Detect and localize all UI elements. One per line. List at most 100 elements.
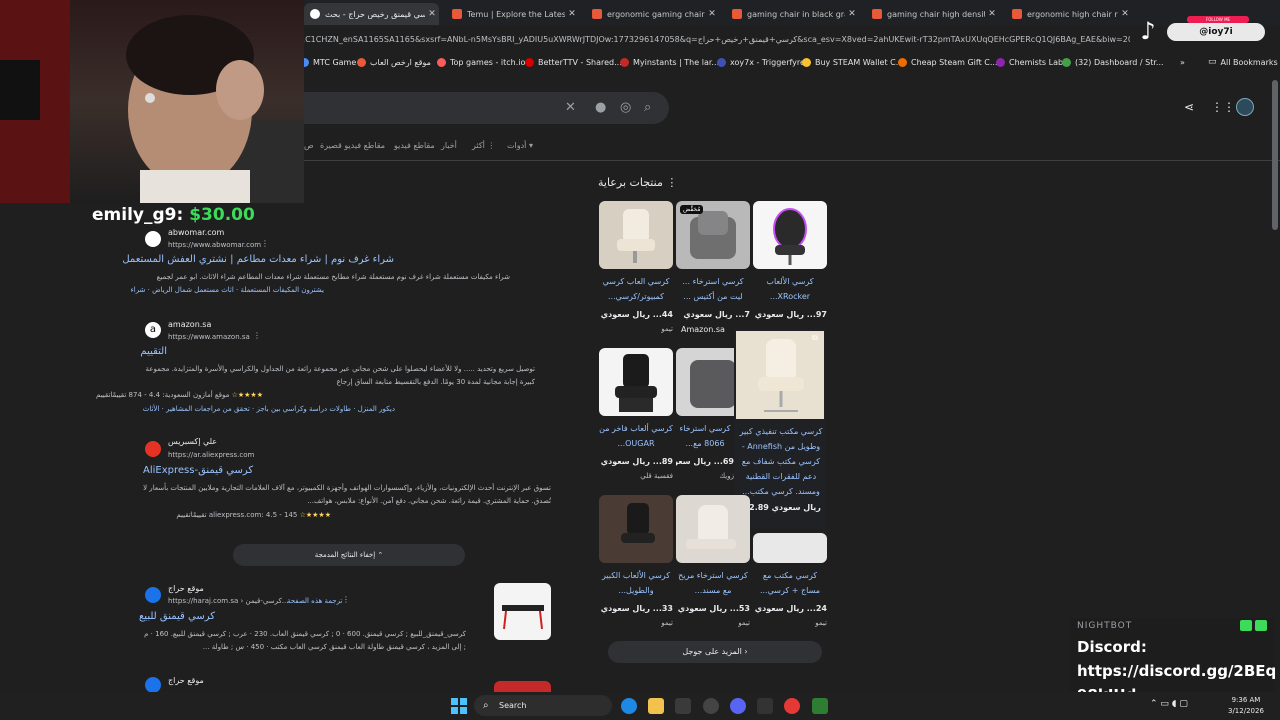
filter-tools[interactable]: أدوات ▾ xyxy=(507,141,533,150)
product-image[interactable] xyxy=(676,495,750,563)
product-name[interactable]: كرسي العاب كرسي كمبيوتر/كرسي... xyxy=(599,274,673,304)
system-tray-icons[interactable]: ⌃ ▭ ◖ ▢ xyxy=(1150,699,1188,709)
close-icon[interactable]: ✕ xyxy=(845,9,859,19)
bookmarks-bar: MTC Game موقع ارخص العاب Top games - itc… xyxy=(300,53,1280,71)
product-image[interactable] xyxy=(599,201,673,269)
snipping-tool-icon[interactable] xyxy=(675,698,691,714)
product-name[interactable]: كرسي استرخاء 8066 مع... xyxy=(676,421,734,451)
product-name[interactable]: كرسي استرخاء مريح مع مسند... xyxy=(676,568,750,598)
close-icon[interactable]: ✕ xyxy=(425,9,439,19)
product-store: تيمو xyxy=(661,619,673,627)
search-icon[interactable]: ⌕ xyxy=(644,100,651,115)
product-image[interactable] xyxy=(736,331,824,419)
filter-videos[interactable]: مقاطع فيديو xyxy=(394,141,435,150)
product-name[interactable]: كرسي مكتب تنفيذي كبير وطويل من Annefish … xyxy=(738,424,824,498)
translate-link[interactable]: ترجمة هذه الصفحة xyxy=(287,597,342,605)
share-icon[interactable]: ⋖ xyxy=(1184,100,1194,114)
result-title[interactable]: التقييم xyxy=(140,346,167,357)
close-icon[interactable]: ✕ xyxy=(705,9,719,19)
microphone-icon[interactable]: ● xyxy=(595,100,606,115)
hide-merged-results-button[interactable]: إخفاء النتائج المدمجة ⌃ xyxy=(233,544,465,566)
tab-high-density[interactable]: gaming chair high density sp✕ xyxy=(866,3,999,25)
result-url[interactable]: https://www.amazon.sa xyxy=(168,333,250,341)
bookmark-dashboard[interactable]: (32) Dashboard / Str... xyxy=(1062,53,1164,71)
bookmarks-overflow[interactable]: » xyxy=(1180,53,1185,71)
lens-icon[interactable]: ◎ xyxy=(620,100,631,115)
result-url[interactable]: https://ar.aliexpress.com xyxy=(168,451,254,459)
product-name[interactable]: كرسي الألعاب XRocker... xyxy=(753,274,827,304)
product-name[interactable]: كرسي مكتب مع مساج + كرسي... xyxy=(753,568,827,598)
result-url[interactable]: https://www.abwomar.com xyxy=(168,241,261,249)
notepad-icon[interactable] xyxy=(812,698,828,714)
product-store: فقسية قلي xyxy=(640,472,673,480)
filter-short-videos[interactable]: مقاطع فيديو قصيرة xyxy=(320,141,385,150)
close-icon[interactable]: ✕ xyxy=(565,9,579,19)
all-bookmarks[interactable]: ▭ All Bookmarks xyxy=(1208,53,1278,71)
more-options-icon[interactable]: ⋮ xyxy=(342,595,350,604)
bookmark-myinstants[interactable]: Myinstants | The lar... xyxy=(620,53,719,71)
result-title[interactable]: شراء غرف نوم | شراء معدات مطاعم | نشتري … xyxy=(122,254,394,265)
search-input[interactable]: ✕ ● ◎ ⌕ xyxy=(300,92,669,124)
temu-icon xyxy=(1012,9,1022,19)
expand-icon[interactable]: ⧉ xyxy=(812,333,818,343)
chrome-icon[interactable] xyxy=(784,698,800,714)
windows-start-icon[interactable] xyxy=(451,698,467,714)
discord-icon[interactable] xyxy=(730,698,746,714)
result-sitelinks[interactable]: ديكور المنزل · طاولات دراسة وكراسي بين ب… xyxy=(143,405,395,413)
tab-temu[interactable]: Temu | Explore the Latest Clo✕ xyxy=(446,3,579,25)
product-name[interactable]: كرسي الألعاب الكبير والطويل... xyxy=(599,568,673,598)
tab-ergonomic[interactable]: ergonomic gaming chair cor✕ xyxy=(586,3,719,25)
product-image[interactable] xyxy=(753,533,827,563)
product-name[interactable]: كرسي ألعاب فاخر من OUGAR... xyxy=(599,421,673,451)
result-url[interactable]: https://haraj.com.sa › كرسي-قيمن... xyxy=(168,597,288,605)
nightbot-message-line2: https://discord.gg/2BEq xyxy=(1077,662,1277,680)
result-sitelinks[interactable]: يشترون المكيفات المستعملة · اثاث مستعمل … xyxy=(130,286,324,294)
product-image[interactable] xyxy=(599,495,673,563)
product-image[interactable]: مُخفَّض xyxy=(676,201,750,269)
product-store: تيمو xyxy=(738,619,750,627)
result-snippet: شراء مكيفات مستعملة شراء غرف نوم مستعملة… xyxy=(156,273,510,281)
terminal-icon[interactable] xyxy=(757,698,773,714)
avatar[interactable] xyxy=(1236,98,1254,116)
bookmark-cheap-games[interactable]: موقع ارخص العاب xyxy=(357,53,431,71)
filter-partial[interactable]: ص xyxy=(304,141,314,150)
result-thumbnail[interactable] xyxy=(494,681,551,692)
clear-icon[interactable]: ✕ xyxy=(565,100,576,115)
more-on-google-button[interactable]: المزيد على جوجل › xyxy=(608,641,822,663)
address-bar[interactable]: 1C1CHZN_enSA1165SA1165&sxsrf=ANbL-n5MsYs… xyxy=(300,30,1130,50)
bookmark-itch[interactable]: Top games - itch.io xyxy=(437,53,525,71)
taskbar-search[interactable]: ⌕ Search xyxy=(474,695,612,716)
close-icon[interactable]: ✕ xyxy=(985,9,999,19)
scrollbar[interactable] xyxy=(1272,80,1278,230)
result-title[interactable]: كرسي قيمنق للبيع xyxy=(139,611,215,622)
obs-icon[interactable] xyxy=(703,698,719,714)
bookmark-steam-gift[interactable]: Cheap Steam Gift C... xyxy=(898,53,997,71)
tab-search[interactable]: كرسي قيمنق رخيص حراج - بحث ✕ xyxy=(304,3,439,25)
result-thumbnail[interactable] xyxy=(494,583,551,640)
more-options-icon[interactable]: ⋮ xyxy=(253,331,261,340)
edge-icon[interactable] xyxy=(621,698,637,714)
apps-grid-icon[interactable]: ⋮⋮ xyxy=(1211,100,1235,114)
tab-high-chair[interactable]: ergonomic high chair rest -✕ xyxy=(1006,3,1132,25)
product-image[interactable] xyxy=(753,201,827,269)
bookmark-mtc-game[interactable]: MTC Game xyxy=(300,53,356,71)
bookmark-triggerfyre[interactable]: xoy7x - Triggerfyre xyxy=(717,53,805,71)
product-name[interactable]: كرسي استرخاء ... ليت من أكتيس ... xyxy=(676,274,750,304)
bookmark-steam-wallet[interactable]: Buy STEAM Wallet C... xyxy=(802,53,903,71)
sponsored-products-heading: منتجات برعاية ⋮ xyxy=(598,176,678,189)
bookmark-icon xyxy=(898,57,907,67)
bookmark-icon xyxy=(525,57,534,67)
filter-more[interactable]: أكثر ⋮ xyxy=(472,141,495,150)
clock[interactable]: 9:36 AM 3/12/2026 xyxy=(1228,695,1264,717)
product-image[interactable] xyxy=(599,348,673,416)
bookmark-chemists-lab[interactable]: Chemists Lab xyxy=(996,53,1063,71)
filter-news[interactable]: أخبار xyxy=(441,141,457,150)
close-icon[interactable]: ✕ xyxy=(1118,9,1132,19)
bookmark-betterttv[interactable]: BetterTTV - Shared... xyxy=(525,53,622,71)
tab-gaming-chair[interactable]: gaming chair in black gray a✕ xyxy=(726,3,859,25)
more-options-icon[interactable]: ⋮ xyxy=(261,239,269,248)
file-explorer-icon[interactable] xyxy=(648,698,664,714)
webcam-overlay xyxy=(0,0,304,203)
result-title[interactable]: AliExpress-كرسي قيمنق xyxy=(143,465,258,476)
search-icon: ⌕ xyxy=(483,700,489,711)
